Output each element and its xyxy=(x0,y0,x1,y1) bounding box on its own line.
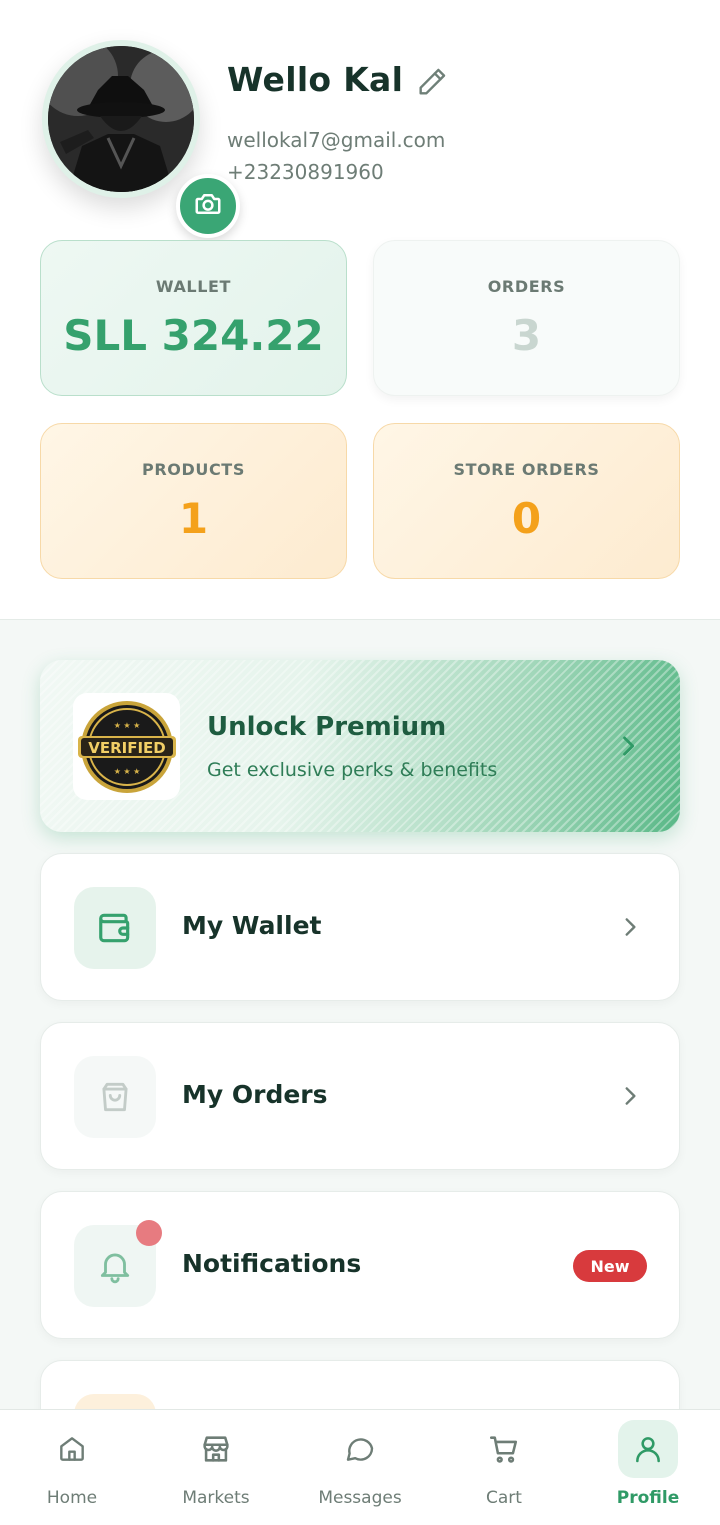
menu-item-notifications[interactable]: Notifications New xyxy=(40,1191,680,1339)
wallet-stat-value: SLL 324.22 xyxy=(63,311,324,360)
svg-text:★ ★ ★: ★ ★ ★ xyxy=(113,721,140,730)
svg-text:★ ★ ★: ★ ★ ★ xyxy=(113,767,140,776)
nav-profile[interactable]: Profile xyxy=(576,1410,720,1525)
user-name: Wello Kal xyxy=(227,60,404,99)
wallet-stat-label: WALLET xyxy=(155,277,232,296)
new-badge: New xyxy=(573,1250,647,1282)
wallet-stat-card[interactable]: WALLET SLL 324.22 xyxy=(40,240,347,396)
bottom-navigation: Home Markets Messages Cart Profile xyxy=(0,1409,720,1525)
nav-label: Profile xyxy=(616,1488,680,1508)
menu-item-my-orders[interactable]: My Orders xyxy=(40,1022,680,1170)
nav-cart[interactable]: Cart xyxy=(432,1410,576,1525)
orders-stat-card[interactable]: ORDERS 3 xyxy=(373,240,680,396)
nav-messages[interactable]: Messages xyxy=(288,1410,432,1525)
products-stat-value: 1 xyxy=(178,494,209,543)
menu-item-label: Notifications xyxy=(182,1249,362,1278)
pencil-icon xyxy=(415,65,449,103)
verified-badge: VERIFIED ★ ★ ★ ★ ★ ★ xyxy=(73,693,180,800)
orders-stat-value: 3 xyxy=(511,311,542,360)
user-phone: +23230891960 xyxy=(227,160,384,184)
nav-label: Messages xyxy=(318,1488,402,1508)
menu-item-label: My Orders xyxy=(182,1080,328,1109)
shopping-bag-icon xyxy=(74,1056,156,1138)
nav-label: Home xyxy=(46,1488,98,1508)
store-orders-stat-card[interactable]: STORE ORDERS 0 xyxy=(373,423,680,579)
premium-subtitle: Get exclusive perks & benefits xyxy=(207,759,498,781)
user-email: wellokal7@gmail.com xyxy=(227,128,446,152)
store-orders-stat-label: STORE ORDERS xyxy=(453,460,600,479)
camera-icon xyxy=(193,189,223,223)
menu-item-my-wallet[interactable]: My Wallet xyxy=(40,853,680,1001)
chevron-right-icon xyxy=(617,914,643,940)
nav-markets[interactable]: Markets xyxy=(144,1410,288,1525)
wallet-icon xyxy=(74,887,156,969)
edit-profile-button[interactable] xyxy=(413,65,451,103)
products-stat-label: PRODUCTS xyxy=(142,460,245,479)
avatar[interactable] xyxy=(42,40,240,238)
unlock-premium-banner[interactable]: VERIFIED ★ ★ ★ ★ ★ ★ Unlock Premium Get … xyxy=(40,660,680,832)
menu-item-label: My Wallet xyxy=(182,911,322,940)
chevron-right-icon xyxy=(614,732,642,760)
notification-dot xyxy=(136,1220,162,1246)
nav-label: Markets xyxy=(182,1488,250,1508)
avatar-image xyxy=(48,46,194,192)
cart-icon xyxy=(474,1420,534,1478)
products-stat-card[interactable]: PRODUCTS 1 xyxy=(40,423,347,579)
user-icon xyxy=(618,1420,678,1478)
premium-title: Unlock Premium xyxy=(207,712,447,742)
badge-text: VERIFIED xyxy=(88,739,166,757)
profile-header: Wello Kal wellokal7@gmail.com +232308919… xyxy=(0,0,720,620)
nav-label: Cart xyxy=(486,1488,522,1508)
home-icon xyxy=(42,1420,102,1478)
nav-home[interactable]: Home xyxy=(0,1410,144,1525)
chevron-right-icon xyxy=(617,1083,643,1109)
orders-stat-label: ORDERS xyxy=(487,277,566,296)
store-orders-stat-value: 0 xyxy=(511,494,542,543)
store-icon xyxy=(186,1420,246,1478)
chat-icon xyxy=(330,1420,390,1478)
